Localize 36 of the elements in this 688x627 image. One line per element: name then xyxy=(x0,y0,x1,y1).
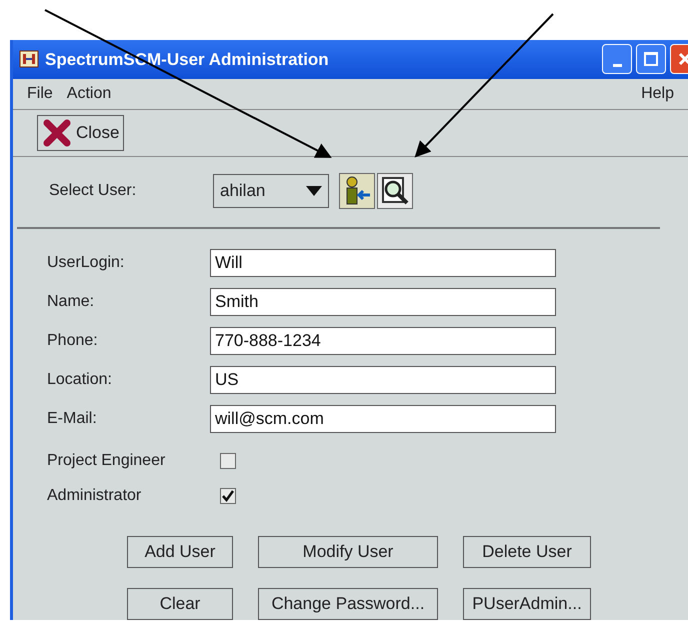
checkbox-label: Project Engineer xyxy=(47,451,166,472)
menu-item[interactable]: Help xyxy=(641,82,674,106)
search-icon xyxy=(380,176,410,206)
field-label: UserLogin: xyxy=(47,253,126,274)
action-button[interactable]: Modify User xyxy=(258,536,438,568)
select-user-label: Select User: xyxy=(49,181,138,202)
maximize-button[interactable] xyxy=(636,44,666,74)
minimize-button[interactable] xyxy=(602,44,632,74)
check-icon xyxy=(222,490,234,502)
close-icon xyxy=(42,119,72,148)
menu-item[interactable]: Action xyxy=(66,82,112,106)
action-button[interactable]: Delete User xyxy=(463,536,591,568)
search-button[interactable] xyxy=(377,173,413,210)
field-label: Name: xyxy=(47,292,96,312)
user-icon-button[interactable] xyxy=(339,173,375,210)
action-button[interactable]: Clear xyxy=(127,588,233,620)
text-field[interactable]: Will xyxy=(210,249,556,278)
field-label: Phone: xyxy=(47,331,99,352)
field-label: E-Mail: xyxy=(47,409,98,430)
field-label: Location: xyxy=(47,370,113,390)
action-button[interactable]: Change Password... xyxy=(258,588,438,620)
checkbox[interactable] xyxy=(220,453,236,470)
close-button[interactable]: Close xyxy=(37,115,124,152)
app-icon xyxy=(19,49,39,70)
checkbox-label: Administrator xyxy=(47,486,142,506)
close-icon xyxy=(677,51,688,68)
menu-item[interactable]: File xyxy=(27,82,53,106)
action-button[interactable]: PUserAdmin... xyxy=(463,588,591,620)
text-field[interactable]: US xyxy=(210,366,556,394)
text-field[interactable]: Smith xyxy=(210,288,556,316)
text-field[interactable]: 770-888-1234 xyxy=(210,327,556,356)
checkbox[interactable] xyxy=(220,488,236,504)
action-button[interactable]: Add User xyxy=(127,536,233,568)
caret-icon xyxy=(306,186,322,196)
text-field[interactable]: will@scm.com xyxy=(210,405,556,434)
user-dropdown[interactable]: ahilan xyxy=(213,174,329,208)
